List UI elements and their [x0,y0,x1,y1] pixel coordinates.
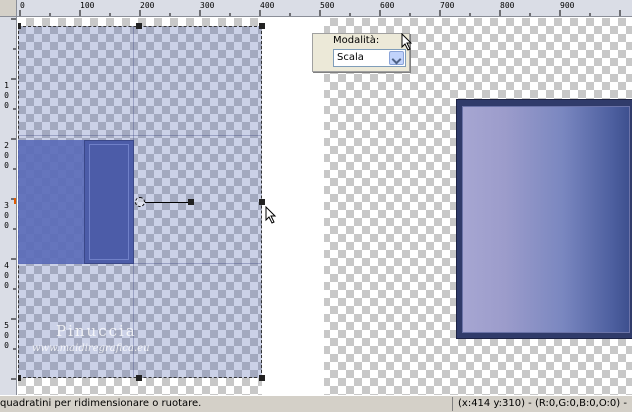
status-bar: quadratini per ridimensionare o ruotare.… [0,395,632,412]
overlay-grid-line [19,135,261,136]
rotation-handle[interactable] [188,199,194,205]
watermark-url: www.maidiregrafica.eu [32,343,150,354]
preview-gradient [462,106,630,333]
arrow-cursor-icon [265,206,277,224]
layer-panel-middle [84,140,134,264]
rotation-arm [145,202,189,203]
layer-panel-left [18,140,84,264]
resize-handle-top[interactable] [136,23,142,29]
layer-panel-frame [89,144,129,260]
chevron-down-icon[interactable] [389,51,404,65]
ruler-horizontal: 0 100 200 300 400 500 600 700 800 900 [0,0,632,17]
rotation-pivot-icon[interactable] [135,197,145,207]
resize-handle-bottom[interactable] [136,375,142,381]
ruler-corner [0,0,17,17]
resize-handle-bottom-left[interactable] [18,375,21,381]
status-hint: quadratini per ridimensionare o ruotare. [0,398,202,409]
mode-select-value: Scala [337,52,364,63]
mode-panel: Modalità: Scala [312,33,410,72]
arrow-cursor-icon [401,33,413,51]
resize-handle-top-right[interactable] [259,23,265,29]
status-coordinates: (x:414 y:310) - (R:0,G:0,B:0,O:0) - [458,398,627,409]
resize-handle-right[interactable] [259,199,265,205]
ruler-ticks-vertical [11,18,16,380]
mode-label: Modalità: [333,35,380,46]
resize-handle-top-left[interactable] [18,23,21,29]
mode-select[interactable]: Scala [333,49,406,67]
ruler-ticks-horizontal [19,10,621,16]
status-separator [452,397,453,411]
preview-thumbnail [456,99,632,339]
image-canvas[interactable]: Pinuccia www.maidiregrafica.eu [18,18,632,395]
watermark-title: Pinuccia [56,322,137,340]
ruler-vertical: 1 0 0 2 0 0 3 0 0 4 0 0 5 0 0 [0,17,17,395]
resize-handle-bottom-right[interactable] [259,375,265,381]
